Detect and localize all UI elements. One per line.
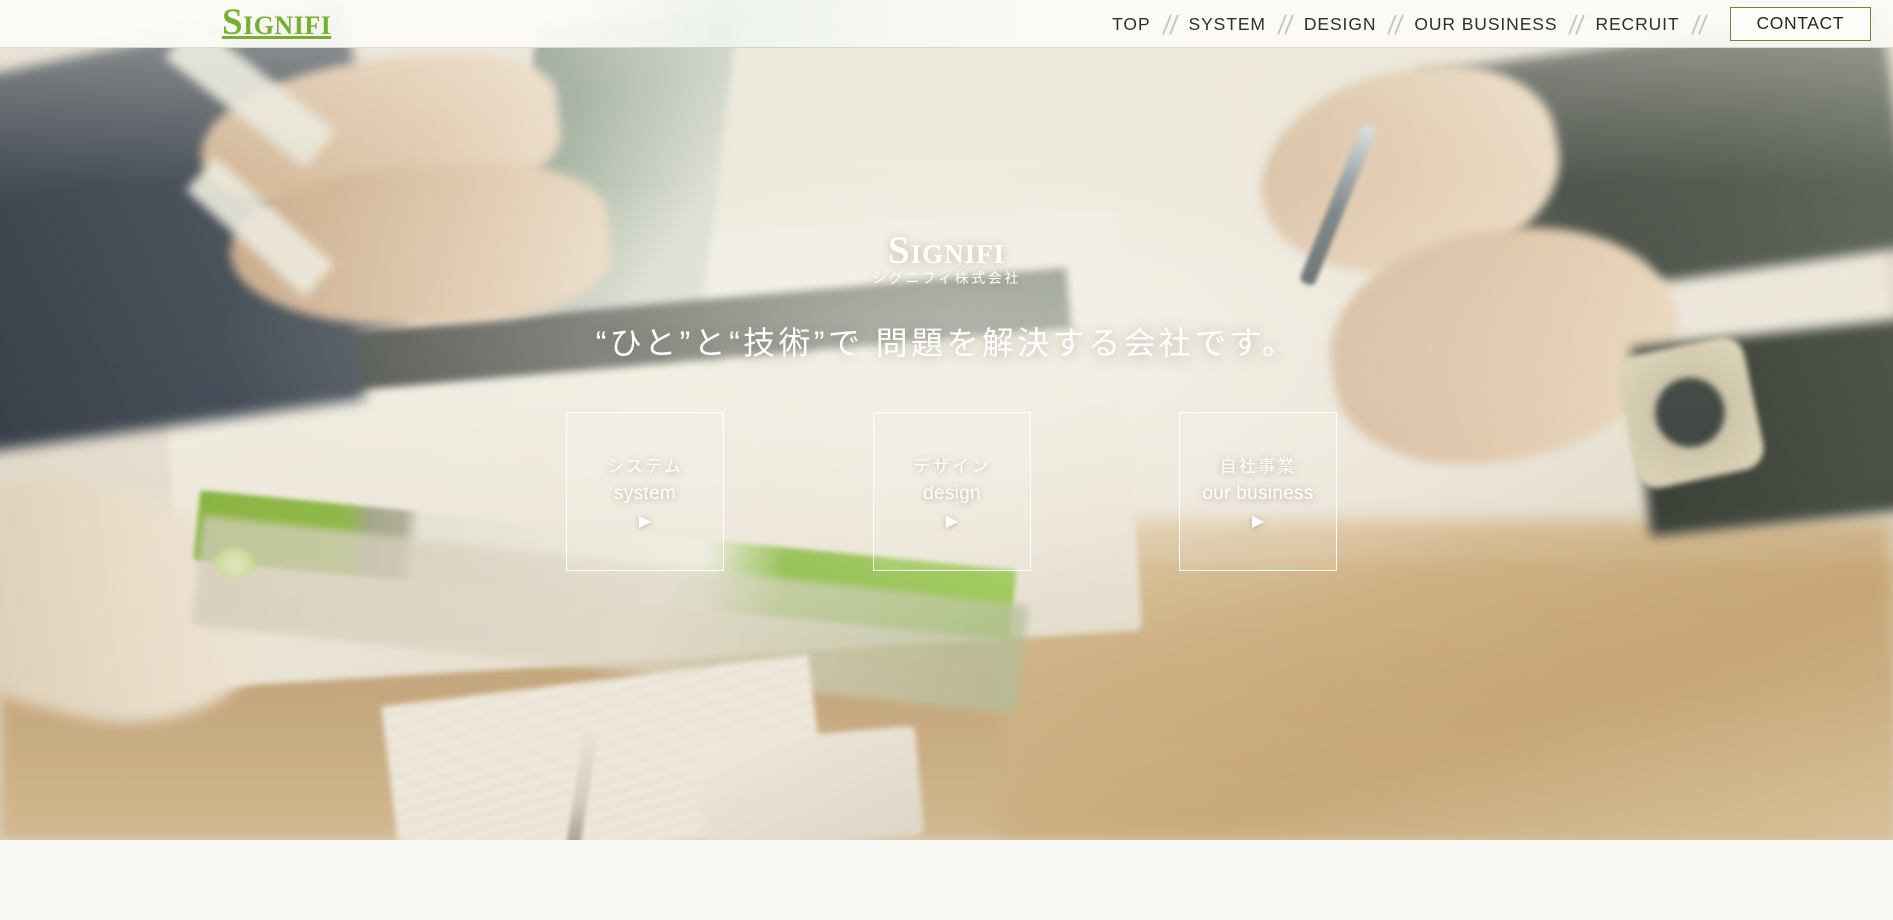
nav-separator-icon	[1378, 13, 1412, 35]
hero-card-label-jp: システム	[606, 457, 684, 476]
play-triangle-icon: ▶	[945, 513, 959, 530]
hero-card-label-jp: 自社事業	[1219, 457, 1297, 476]
site-logo[interactable]: Signifi	[222, 1, 331, 45]
play-triangle-icon: ▶	[638, 513, 652, 530]
site-header: Signifi TOP SYSTEM DESIGN OUR BUSINESS R…	[0, 0, 1893, 48]
hero-tagline: “ひと”と“技術”で 問題を解決する会社です。	[595, 325, 1298, 361]
hero-content: Signifi シグニフィ株式会社 “ひと”と“技術”で 問題を解決する会社です…	[0, 0, 1893, 840]
main-navigation: TOP SYSTEM DESIGN OUR BUSINESS RECRUIT C…	[1110, 0, 1871, 48]
nav-separator-icon	[1559, 13, 1593, 35]
nav-item-system[interactable]: SYSTEM	[1187, 14, 1268, 35]
hero-card-label-en: system	[614, 483, 676, 504]
hero-card-system[interactable]: システム system ▶	[566, 412, 724, 571]
nav-item-design[interactable]: DESIGN	[1302, 14, 1379, 35]
nav-item-recruit[interactable]: RECRUIT	[1593, 14, 1681, 35]
nav-separator-icon	[1268, 13, 1302, 35]
nav-separator-icon	[1682, 13, 1716, 35]
hero-card-design[interactable]: デザイン design ▶	[873, 412, 1031, 571]
play-triangle-icon: ▶	[1251, 513, 1265, 530]
hero-card-group: システム system ▶ デザイン design ▶ 自社事業 our bus…	[566, 412, 1337, 572]
hero-logo: Signifi	[887, 229, 1006, 272]
contact-button[interactable]: CONTACT	[1729, 6, 1871, 42]
nav-item-top[interactable]: TOP	[1110, 14, 1152, 35]
hero-card-label-en: our business	[1202, 483, 1314, 504]
nav-item-our-business[interactable]: OUR BUSINESS	[1412, 14, 1559, 35]
hero-card-label-en: design	[923, 483, 981, 504]
hero-logo-subtitle: シグニフィ株式会社	[871, 270, 1022, 286]
below-hero-section	[0, 840, 1893, 920]
hero-card-our-business[interactable]: 自社事業 our business ▶	[1179, 412, 1337, 571]
hero-card-label-jp: デザイン	[913, 457, 991, 476]
nav-separator-icon	[1153, 13, 1187, 35]
